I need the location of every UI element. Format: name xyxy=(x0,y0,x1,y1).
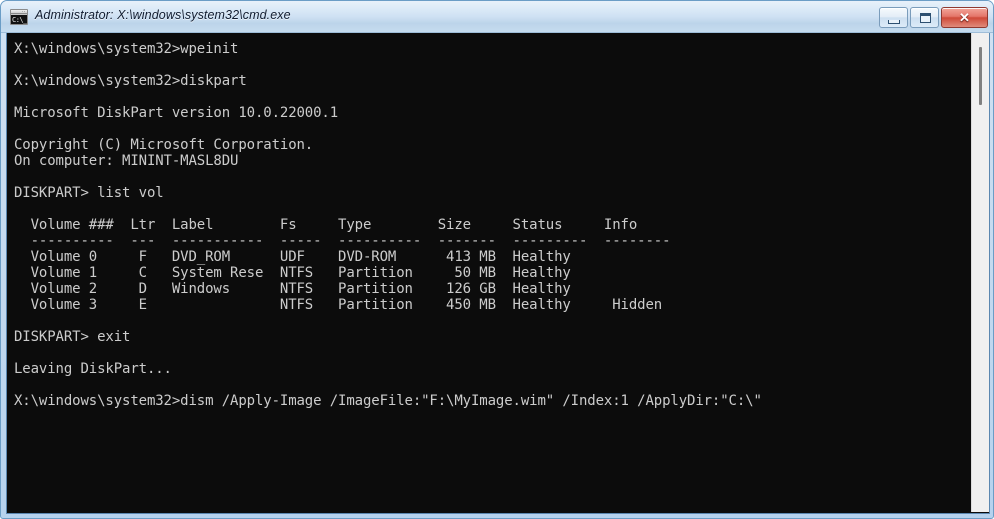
maximize-button[interactable] xyxy=(910,7,939,28)
cmd-window: ·· C:\_ Administrator: X:\windows\system… xyxy=(0,0,994,519)
cmd-icon-dots: ·· xyxy=(21,9,26,15)
minimize-button[interactable] xyxy=(879,7,908,28)
console-surface[interactable]: X:\windows\system32>wpeinit X:\windows\s… xyxy=(7,33,971,512)
vertical-scrollbar[interactable] xyxy=(971,33,989,512)
window-title: Administrator: X:\windows\system32\cmd.e… xyxy=(35,8,291,22)
title-bar[interactable]: ·· C:\_ Administrator: X:\windows\system… xyxy=(1,1,993,33)
console-output: X:\windows\system32>wpeinit X:\windows\s… xyxy=(14,41,762,409)
scrollbar-thumb[interactable] xyxy=(979,47,982,105)
cmd-icon-prompt: C:\_ xyxy=(11,15,27,24)
maximize-icon xyxy=(920,13,931,23)
cmd-icon-titlestrip: ·· xyxy=(11,9,27,15)
console-client-area[interactable]: X:\windows\system32>wpeinit X:\windows\s… xyxy=(6,33,990,514)
caption-button-group: ✕ xyxy=(879,7,988,28)
close-button[interactable]: ✕ xyxy=(941,7,988,28)
close-icon: ✕ xyxy=(959,10,970,25)
cmd-console-icon: ·· C:\_ xyxy=(10,9,28,25)
minimize-icon xyxy=(888,20,900,24)
